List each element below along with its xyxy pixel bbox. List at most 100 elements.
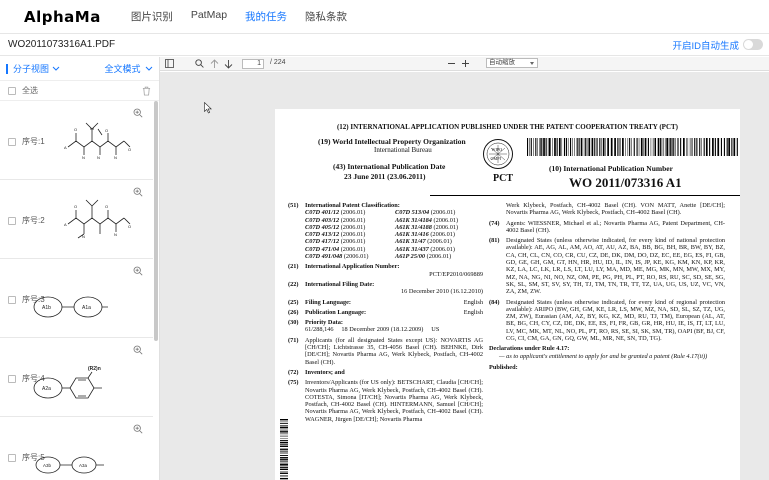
svg-text:WIPO: WIPO — [492, 147, 503, 152]
file-bar: WO2011073316A1.PDF 开启ID自动生成 — [0, 34, 769, 56]
pdf-viewer[interactable]: (12) INTERNATIONAL APPLICATION PUBLISHED… — [160, 72, 769, 480]
ipc-code: A61K 31/4188 (2006.01) — [395, 223, 459, 231]
ipc-code: C07D 413/12 (2006.01) — [305, 231, 366, 239]
page-number-input[interactable]: 1 — [242, 59, 264, 69]
list-item[interactable]: 序号:4 A2a (R2)n — [0, 338, 153, 417]
svg-text:N: N — [82, 155, 85, 160]
ipc-code: C07D 401/12 (2006.01) — [305, 209, 366, 217]
molecule-checkbox[interactable] — [8, 137, 16, 146]
priority-data: 61/288,146 18 December 2009 (18.12.2009)… — [305, 326, 440, 334]
panel-header: 分子视图 全文模式 — [0, 57, 159, 81]
mouse-cursor-icon — [204, 102, 212, 114]
svg-text:N: N — [82, 234, 85, 239]
molecule-panel: 分子视图 全文模式 全选 序号:1 ANONONO 序号:2 A N O N O… — [0, 57, 160, 480]
search-icon[interactable] — [195, 59, 204, 68]
svg-text:(R2)n: (R2)n — [88, 366, 101, 372]
doc-column-left: (51) International Patent Classification… — [288, 202, 485, 423]
molecule-checkbox[interactable] — [8, 216, 16, 225]
applicants: Applicants (for all designated States ex… — [305, 336, 483, 366]
header-accent — [6, 63, 8, 74]
app-no-title: International Application Number: — [305, 263, 400, 271]
list-item[interactable]: 序号:2 A N O N O O — [0, 180, 153, 259]
ipc-code: C07D 417/12 (2006.01) — [305, 238, 366, 246]
nav-item-image-recognition[interactable]: 图片识别 — [131, 9, 173, 24]
nav-item-privacy[interactable]: 隐私条款 — [305, 9, 347, 24]
doc-divider — [430, 195, 740, 196]
trash-icon[interactable] — [142, 86, 151, 96]
text-mode-dropdown[interactable]: 全文模式 — [104, 62, 153, 75]
svg-text:A3a: A3a — [79, 463, 88, 468]
zoom-in-icon[interactable] — [133, 266, 143, 276]
declarations: — as to applicant's entitlement to apply… — [499, 352, 708, 360]
doc-pct: PCT — [493, 173, 513, 184]
doc-pubdate-heading: (43) International Publication Date — [333, 162, 446, 171]
logo[interactable]: AlphaMa — [24, 8, 101, 26]
inventors-cont: Werk Klybeck, Postfach, CH-4002 Basel (C… — [506, 202, 725, 217]
zoom-in-icon[interactable] — [133, 345, 143, 355]
arrow-up-icon[interactable] — [210, 59, 219, 69]
svg-text:OMPI: OMPI — [491, 156, 502, 161]
svg-text:A3b: A3b — [43, 463, 52, 468]
svg-text:O: O — [105, 128, 108, 133]
designated-national: Designated States (unless otherwise indi… — [506, 237, 725, 296]
sidebar-toggle-icon[interactable] — [165, 59, 174, 68]
nav-item-my-tasks[interactable]: 我的任务 — [245, 9, 287, 24]
agents: Agents: WIESSNER, Michael et al.; Novart… — [506, 219, 725, 234]
id-auto-generate: 开启ID自动生成 — [672, 38, 763, 52]
doc-column-right: Werk Klybeck, Postfach, CH-4002 Basel (C… — [489, 202, 725, 371]
panel-scrollbar[interactable] — [154, 101, 158, 341]
ipc-code: C07D 491/048 (2006.01) — [305, 253, 369, 261]
molecule-structure: A3b A3a — [35, 456, 104, 474]
zoom-select[interactable]: 自动缩放 — [486, 58, 538, 68]
doc-banner: (12) INTERNATIONAL APPLICATION PUBLISHED… — [336, 123, 679, 131]
molecule-structure: A N O N O N O — [64, 122, 131, 160]
molecule-structure: A N O N O O — [64, 199, 131, 239]
nav-item-patmap[interactable]: PatMap — [191, 9, 227, 24]
svg-text:O: O — [74, 127, 77, 132]
ipc-code: C07D 471/04 (2006.01) — [305, 245, 366, 253]
vertical-barcode — [280, 419, 288, 480]
molecule-label: 序号:1 — [8, 136, 45, 147]
id-toggle-switch[interactable] — [743, 39, 763, 50]
ipc-code: A61K 31/4184 (2006.01) — [395, 216, 459, 224]
svg-text:N: N — [114, 232, 117, 237]
chevron-down-icon — [52, 66, 60, 71]
select-all[interactable]: 全选 — [8, 85, 38, 96]
page-total: / 224 — [270, 59, 286, 66]
list-item[interactable]: 序号:3 A1b A1a — [0, 259, 153, 338]
wipo-seal-icon: WIPO OMPI — [483, 139, 513, 169]
designated-regional: Designated States (unless otherwise indi… — [506, 298, 725, 343]
file-name: WO2011073316A1.PDF — [8, 39, 116, 50]
chevron-down-icon — [145, 66, 153, 71]
svg-text:N: N — [114, 155, 117, 160]
doc-pubnum: WO 2011/073316 A1 — [569, 175, 682, 190]
ipc-code: C07D 513/04 (2006.01) — [395, 209, 456, 217]
svg-text:O: O — [128, 224, 131, 229]
filing-lang: English — [463, 298, 483, 306]
zoom-out-icon[interactable] — [447, 59, 456, 68]
zoom-in-icon[interactable] — [133, 424, 143, 434]
view-mode-label: 分子视图 — [13, 64, 50, 74]
select-all-row: 全选 — [0, 81, 159, 101]
svg-text:A1b: A1b — [42, 305, 51, 311]
arrow-down-icon[interactable] — [224, 59, 233, 69]
list-item[interactable]: 序号:1 A N O N O N O — [0, 101, 153, 180]
molecule-list: 序号:1 ANONONO 序号:2 A N O N O O 序号:3 A1b A… — [0, 101, 153, 480]
pub-lang: English — [463, 308, 483, 316]
list-item[interactable]: 序号:5 A3b A3a — [0, 417, 153, 480]
zoom-in-icon[interactable] — [461, 59, 470, 68]
pub-lang-title: Publication Language: — [305, 308, 367, 316]
molecule-index: 序号:1 — [22, 137, 45, 146]
ipc-title: International Patent Classification: — [305, 202, 400, 209]
ipc-code: A61K 31/416 (2006.01) — [395, 231, 455, 239]
pdf-toolbar: 1 / 224 自动缩放 — [160, 57, 769, 71]
ipc-code: A61K 31/437 (2006.01) — [395, 245, 455, 253]
doc-bureau: International Bureau — [374, 146, 432, 154]
svg-text:N: N — [97, 155, 100, 160]
inventors: Inventors/Applicants (for US only): BETS… — [305, 379, 483, 423]
select-all-checkbox[interactable] — [8, 86, 16, 95]
ipc-list: C07D 401/12 (2006.01) C07D 513/04 (2006.0… — [305, 209, 485, 260]
molecule-structure: A2a (R2)n — [33, 366, 102, 399]
molecule-label: 序号:2 — [8, 215, 45, 226]
view-mode-dropdown[interactable]: 分子视图 — [6, 62, 60, 75]
